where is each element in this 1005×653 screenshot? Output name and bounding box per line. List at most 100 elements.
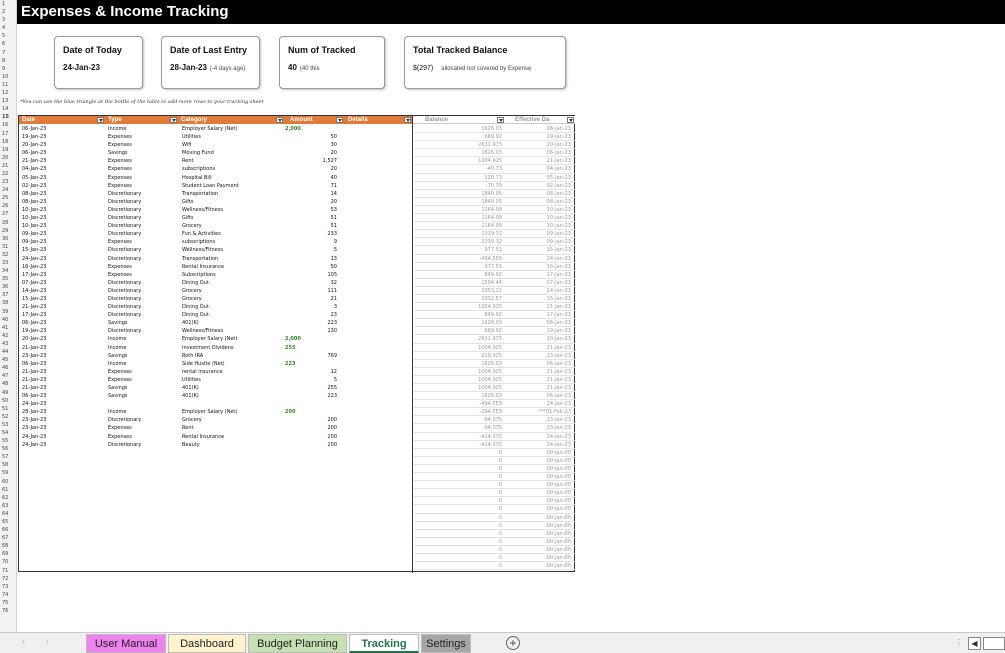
cell-effective-date[interactable]: 00-Jan-00 — [505, 449, 571, 457]
cell-amount[interactable]: 5 — [285, 246, 337, 254]
row-number[interactable]: 46 — [0, 364, 16, 372]
row-number[interactable]: 42 — [0, 332, 16, 340]
cell-amount[interactable]: 23 — [285, 311, 337, 319]
row-number[interactable]: 18 — [0, 138, 16, 146]
cell-category[interactable]: Dining Out — [182, 311, 282, 319]
cell-date[interactable]: 06-Jan-23 — [22, 360, 102, 368]
table-row[interactable]: 06-Jan-23 Income Employer Salary (Net) 2,00… — [19, 125, 576, 134]
tab-budget-planning[interactable]: Budget Planning — [248, 634, 347, 653]
cell-amount[interactable]: 200 — [285, 416, 337, 424]
row-number[interactable]: 66 — [0, 526, 16, 534]
cell-balance[interactable]: 1004.925 — [414, 303, 502, 311]
row-number[interactable]: 34 — [0, 267, 16, 275]
cell-balance[interactable]: 1004.925 — [414, 376, 502, 384]
row-number[interactable]: 10 — [0, 73, 16, 81]
table-row[interactable]: 10-Jan-23 Discretionary Gifts 51 1164.09 10-J… — [19, 214, 576, 223]
cell-effective-date[interactable]: 24-Jan-23 — [505, 400, 571, 408]
cell-type[interactable]: Discretionary — [108, 198, 178, 206]
cell-date[interactable]: 21-Jan-23 — [22, 157, 102, 165]
row-number[interactable]: 32 — [0, 251, 16, 259]
cell-type[interactable]: Discretionary — [108, 295, 178, 303]
more-options-icon[interactable]: ⋮ — [955, 638, 963, 647]
horizontal-scrollbar[interactable] — [983, 637, 1005, 650]
cell-effective-date[interactable]: 24-Jan-23 — [505, 433, 571, 441]
cell-category[interactable]: subscriptions — [182, 165, 282, 173]
row-number[interactable]: 61 — [0, 486, 16, 494]
cell-category[interactable]: Wifi — [182, 141, 282, 149]
cell-effective-date[interactable]: 23-Jan-23 — [505, 424, 571, 432]
filter-dropdown-icon[interactable] — [336, 117, 343, 123]
cell-amount[interactable]: 9 — [285, 238, 337, 246]
table-row[interactable]: 0 00-Jan-00 — [19, 505, 576, 514]
cell-category[interactable]: Utilities — [182, 376, 282, 384]
cell-balance[interactable]: 1004.925 — [414, 368, 502, 376]
table-row[interactable]: 24-Jan-23 Expenses Rental Insurance 200 -414… — [19, 433, 576, 441]
row-number[interactable]: 59 — [0, 469, 16, 477]
row-number[interactable]: 20 — [0, 154, 16, 162]
cell-type[interactable]: Discretionary — [108, 311, 178, 319]
cell-amount[interactable]: 111 — [285, 287, 337, 295]
table-row[interactable]: 15-Jan-23 Discretionary Grocery 21 1032.57 15… — [19, 295, 576, 304]
cell-effective-date[interactable]: 00-Jan-00 — [505, 514, 571, 522]
cell-type[interactable]: Discretionary — [108, 222, 178, 230]
card-num-tracked[interactable]: Num of Tracked 40 (40 this — [279, 36, 385, 89]
cell-balance[interactable]: 0 — [414, 554, 502, 562]
cell-date[interactable]: 08-Jan-23 — [22, 198, 102, 206]
row-number[interactable]: 9 — [0, 65, 16, 73]
cell-effective-date[interactable]: 24-Jan-23 — [505, 441, 571, 449]
cell-balance[interactable]: 1032.57 — [414, 295, 502, 303]
row-number[interactable]: 53 — [0, 421, 16, 429]
cell-category[interactable]: Grocery — [182, 416, 282, 424]
header-balance[interactable]: Balance — [413, 116, 505, 124]
cell-category[interactable]: Utilities — [182, 133, 282, 141]
cell-type[interactable]: Discretionary — [108, 246, 178, 254]
table-row[interactable]: 17-Jan-23 Discretionary Dining Out 23 849.92… — [19, 311, 576, 320]
cell-amount[interactable]: 21 — [285, 295, 337, 303]
cell-effective-date[interactable]: 00-Jan-00 — [505, 554, 571, 562]
cell-date[interactable]: 19-Jan-23 — [22, 327, 102, 335]
cell-type[interactable]: Expenses — [108, 238, 178, 246]
cell-date[interactable]: 10-Jan-23 — [22, 222, 102, 230]
cell-date[interactable]: 24-Jan-23 — [22, 433, 102, 441]
row-number[interactable]: 8 — [0, 57, 16, 65]
tab-dashboard[interactable]: Dashboard — [168, 634, 246, 653]
cell-balance[interactable]: 1004.925 — [414, 344, 502, 352]
cell-category[interactable]: Gifts — [182, 214, 282, 222]
cell-balance[interactable]: -294.555 — [414, 408, 502, 416]
cell-balance[interactable]: 669.92 — [414, 133, 503, 141]
table-row[interactable]: 21-Jan-23 Savings 401(K) 255 1004.925 21-Jan-… — [19, 384, 576, 393]
cell-amount[interactable]: 50 — [285, 263, 337, 271]
table-row[interactable]: 10-Jan-23 Discretionary Wellness/Fitness 53… — [19, 206, 576, 215]
cell-category[interactable]: Employer Salary (Net) — [182, 125, 282, 133]
cell-date[interactable]: 06-Jan-23 — [22, 125, 102, 133]
table-row[interactable]: 24-Jan-23 Discretionary Transportation 13 -4… — [19, 255, 576, 263]
table-row[interactable]: 0 00-Jan-00 — [19, 514, 576, 522]
cell-type[interactable]: Income — [108, 360, 178, 368]
cell-type[interactable]: Expenses — [108, 157, 178, 165]
chevron-right-icon[interactable]: › — [46, 637, 49, 646]
cell-effective-date[interactable]: 20-Jan-23 — [505, 141, 571, 149]
cell-effective-date[interactable]: ***01-Feb-23 — [505, 408, 571, 416]
table-row[interactable]: 02-Jan-23 Expenses Student Loan Payment 71 -… — [19, 182, 576, 190]
card-date-today[interactable]: Date of Today 24-Jan-23 — [54, 36, 143, 89]
cell-amount[interactable]: 200 — [285, 424, 337, 432]
cell-effective-date[interactable]: 05-Jan-23 — [505, 174, 571, 182]
cell-type[interactable]: Discretionary — [108, 279, 178, 287]
cell-effective-date[interactable]: 06-Jan-23 — [505, 319, 571, 327]
row-number[interactable]: 55 — [0, 437, 16, 445]
cell-effective-date[interactable]: 08-Jan-23 — [505, 198, 571, 206]
table-row[interactable]: 08-Jan-23 Discretionary Transportation 14 18… — [19, 190, 576, 198]
cell-date[interactable]: 23-Jan-23 — [22, 424, 102, 432]
filter-dropdown-icon[interactable] — [404, 117, 411, 123]
cell-category[interactable]: Transportation — [182, 255, 282, 263]
row-number[interactable]: 26 — [0, 202, 16, 210]
table-row[interactable]: 0 00-Jan-00 — [19, 497, 576, 506]
cell-type[interactable]: Income — [108, 344, 178, 352]
header-date[interactable]: Date — [19, 116, 105, 124]
cell-effective-date[interactable]: 02-Jan-23 — [505, 182, 571, 190]
row-number[interactable]: 43 — [0, 340, 16, 348]
cell-type[interactable]: Savings — [108, 149, 178, 157]
row-number[interactable]: 24 — [0, 186, 16, 194]
row-number[interactable]: 54 — [0, 429, 16, 437]
cell-effective-date[interactable]: 21-Jan-23 — [505, 303, 571, 311]
